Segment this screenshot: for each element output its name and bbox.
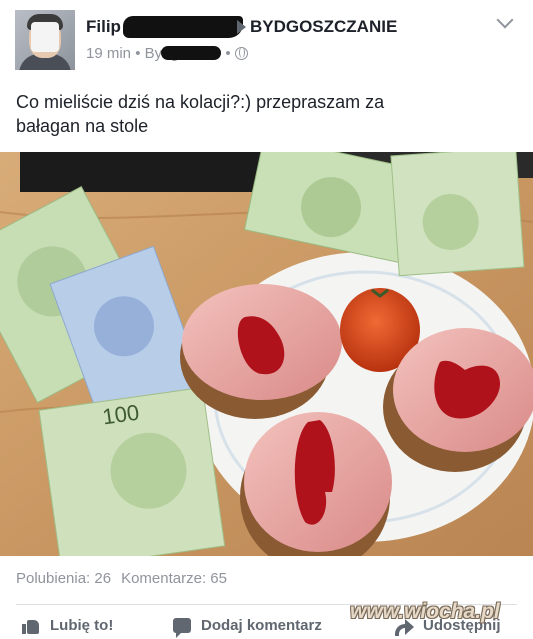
avatar[interactable] [15,10,75,70]
comment-button[interactable]: Dodaj komentarz [173,617,322,638]
post-text: Co mieliście dziś na kolacji?:) przepras… [16,90,516,138]
banknote-top-right [390,152,525,277]
like-label: Lubię to! [50,617,114,634]
likes-count[interactable]: Polubienia: 26 [16,570,111,587]
photo-svg: 100 100 [0,152,533,556]
chevron-down-icon[interactable] [496,11,514,29]
comment-label: Dodaj komentarz [201,617,322,634]
meta-separator-2: • [221,45,231,62]
group-name[interactable]: BYDGOSZCZANIE [250,17,397,37]
avatar-face-blur [31,22,59,52]
banknote-bottom-value: 100 [101,400,141,430]
post-text-line-1: Co mieliście dziś na kolacji?:) przepras… [16,92,385,112]
arrow-right-icon [236,20,246,34]
like-button[interactable]: Lubię to! [22,617,113,634]
comment-icon [173,618,191,638]
post-header: Filip BYDGOSZCZANIE 19 min • Bydgoszcz • [0,0,533,80]
author-name-redaction [122,16,243,38]
post-meta: 19 min • Bydgoszcz • [86,45,248,62]
thumbs-up-icon [22,618,40,634]
author-name[interactable]: Filip [86,17,121,37]
author-line: Filip BYDGOSZCZANIE [86,16,397,38]
comments-count[interactable]: Komentarze: 65 [121,570,227,587]
location-redaction [161,45,222,60]
post-time[interactable]: 19 min [86,45,131,62]
globe-icon [234,47,248,60]
post-photo[interactable]: 100 100 [0,152,533,556]
banknote-bottom: 100 [38,386,226,556]
meta-separator: • [131,45,145,62]
post-stats: Polubienia: 26 Komentarze: 65 [16,570,227,587]
post-text-line-2: bałagan na stole [16,116,149,136]
watermark: www.wiocha.pl [350,600,500,623]
